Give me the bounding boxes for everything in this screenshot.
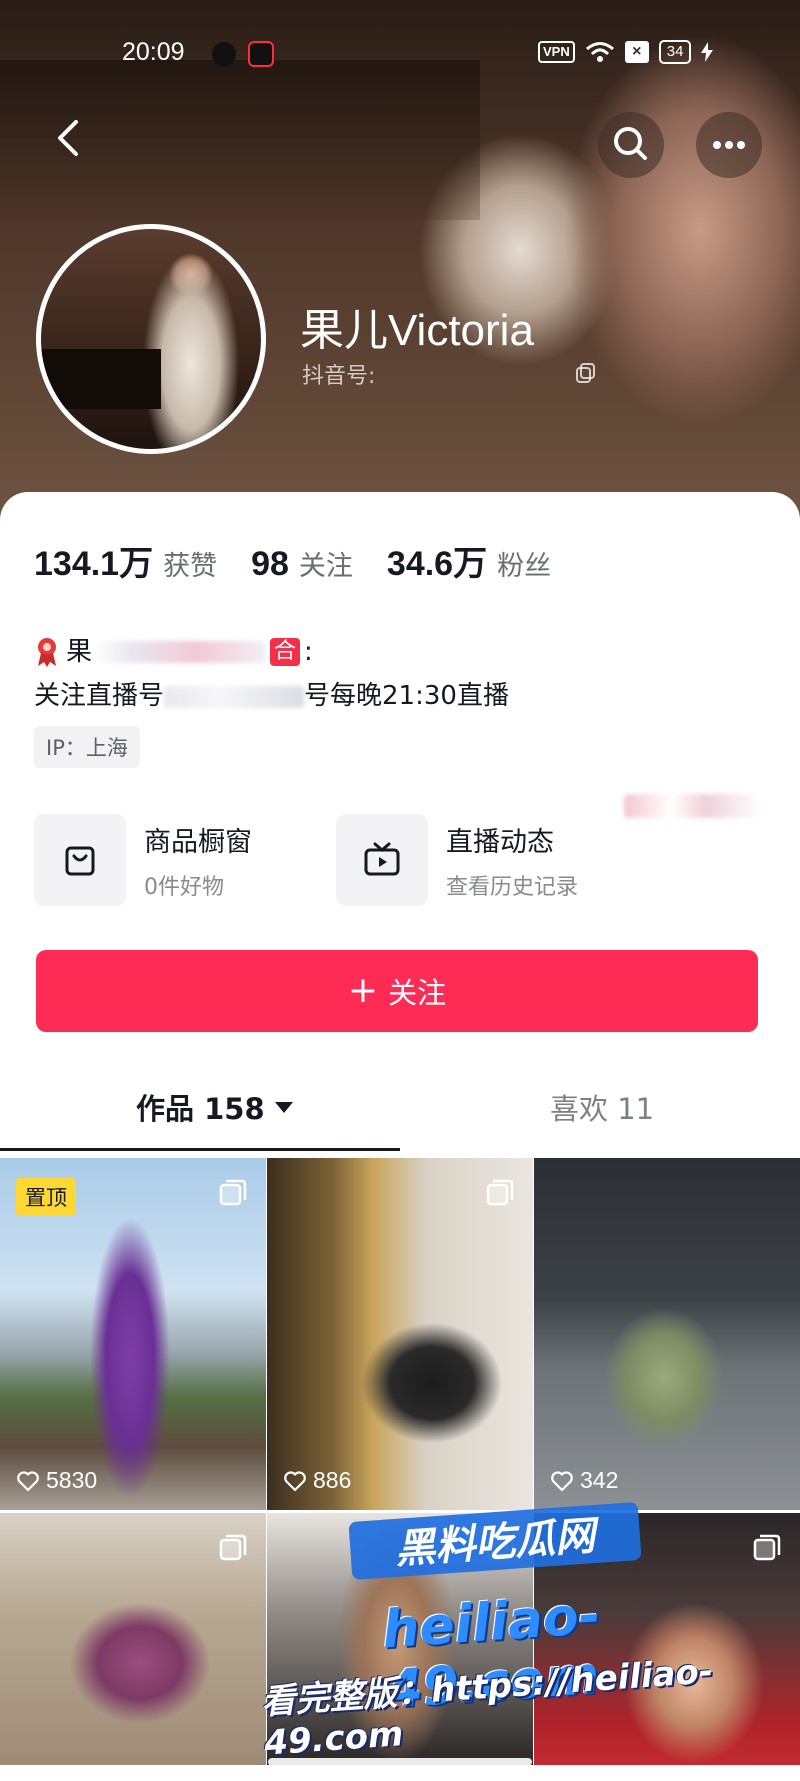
multi-image-icon: [486, 1179, 514, 1206]
live-history-subtitle: 查看历史记录: [446, 874, 579, 900]
redacted-text: [624, 794, 760, 818]
no-sim-icon: ×: [624, 41, 649, 63]
pinned-badge: 置顶: [16, 1178, 76, 1216]
live-history-title: 直播动态: [446, 826, 554, 858]
live-history-text: 直播动态 查看历史记录: [446, 820, 578, 901]
bio-text: 号每晚21:30直播: [304, 681, 509, 711]
copy-icon[interactable]: [574, 361, 598, 385]
search-icon: [614, 127, 647, 160]
bio-chip: 合: [270, 638, 301, 666]
stat-following[interactable]: 98 关注: [251, 544, 353, 584]
charging-icon: [701, 42, 714, 62]
heart-icon: [284, 1470, 306, 1491]
like-count-value: 886: [313, 1467, 352, 1493]
profile-name: 果儿Victoria: [300, 306, 534, 355]
status-bar: 20:09 VPN × 34: [0, 30, 800, 74]
follow-label: 关注: [388, 976, 447, 1010]
douyin-id-label: 抖音号:: [302, 364, 376, 389]
more-button[interactable]: [696, 112, 762, 178]
video-thumbnail[interactable]: 置顶 5830: [0, 1158, 266, 1510]
tab-likes-label: 喜欢 11: [550, 1092, 655, 1126]
follow-button[interactable]: + 关注: [36, 950, 758, 1032]
search-button[interactable]: [598, 112, 664, 178]
multi-image-icon: [219, 1179, 247, 1206]
caret-down-icon[interactable]: [274, 1101, 293, 1113]
heart-icon: [17, 1470, 39, 1491]
battery-icon: 34: [658, 40, 692, 64]
stats-row: 134.1万 获赞 98 关注 34.6万 粉丝: [34, 536, 585, 585]
tab-likes[interactable]: 喜欢 11: [550, 1064, 654, 1150]
status-icons: VPN × 34: [538, 40, 714, 64]
status-time: 20:09: [122, 38, 185, 66]
like-count: 5830: [16, 1467, 97, 1494]
redacted-text: [164, 685, 305, 708]
ribbon-icon: [38, 638, 56, 667]
multi-image-icon: [219, 1534, 247, 1561]
plus-icon: +: [347, 970, 379, 1011]
stat-label: 关注: [298, 551, 353, 582]
stat-value: 98: [251, 545, 289, 583]
heart-icon: [551, 1470, 573, 1491]
bio-text: 关注直播号: [34, 681, 165, 711]
bio-line-1: 果 合 :: [34, 630, 509, 674]
ip-location-badge: IP：上海: [34, 726, 140, 768]
avatar-piano: [41, 349, 161, 409]
showcase-entry[interactable]: 商品橱窗 0件好物: [34, 814, 252, 906]
back-button[interactable]: [44, 112, 96, 164]
like-count: 342: [550, 1467, 618, 1494]
like-count: 886: [283, 1467, 351, 1494]
bio: 果 合 : 关注直播号 号每晚21:30直播: [34, 630, 509, 718]
content-tabs: 作品 158 喜欢 11: [0, 1064, 800, 1151]
tv-icon: [336, 814, 428, 906]
tab-indicator: [0, 1148, 400, 1151]
camera-dot-icon: [212, 42, 236, 66]
bio-text: 果: [66, 637, 93, 667]
vpn-icon: VPN: [538, 41, 575, 63]
like-count-value: 5830: [46, 1467, 98, 1493]
tab-works[interactable]: 作品 158: [136, 1064, 293, 1150]
showcase-subtitle: 0件好物: [144, 874, 224, 900]
video-thumbnail[interactable]: 342: [534, 1158, 800, 1510]
stat-likes[interactable]: 134.1万 获赞: [34, 536, 217, 585]
like-count-value: 342: [580, 1467, 619, 1493]
stat-label: 粉丝: [497, 551, 552, 582]
avatar[interactable]: [36, 224, 266, 454]
multi-image-icon: [753, 1534, 781, 1561]
video-thumbnail[interactable]: 886: [267, 1158, 533, 1510]
stat-value: 134.1万: [34, 545, 154, 583]
stat-followers[interactable]: 34.6万 粉丝: [387, 536, 551, 585]
notification-app-icon: [248, 41, 274, 67]
home-indicator[interactable]: [268, 1758, 532, 1766]
live-history-entry[interactable]: 直播动态 查看历史记录: [336, 814, 578, 906]
bio-text: :: [304, 637, 313, 667]
redacted-text: [96, 641, 267, 663]
tab-works-label: 作品 158: [136, 1092, 265, 1126]
shopping-bag-icon: [34, 814, 126, 906]
wifi-icon: [585, 42, 614, 62]
more-horizontal-icon: [713, 141, 745, 149]
showcase-text: 商品橱窗 0件好物: [144, 820, 252, 901]
bio-line-2: 关注直播号 号每晚21:30直播: [34, 674, 509, 718]
stat-value: 34.6万: [386, 545, 488, 583]
chevron-left-icon: [58, 120, 78, 156]
stat-label: 获赞: [163, 551, 218, 582]
showcase-title: 商品橱窗: [144, 826, 252, 858]
video-thumbnail[interactable]: [0, 1513, 266, 1765]
